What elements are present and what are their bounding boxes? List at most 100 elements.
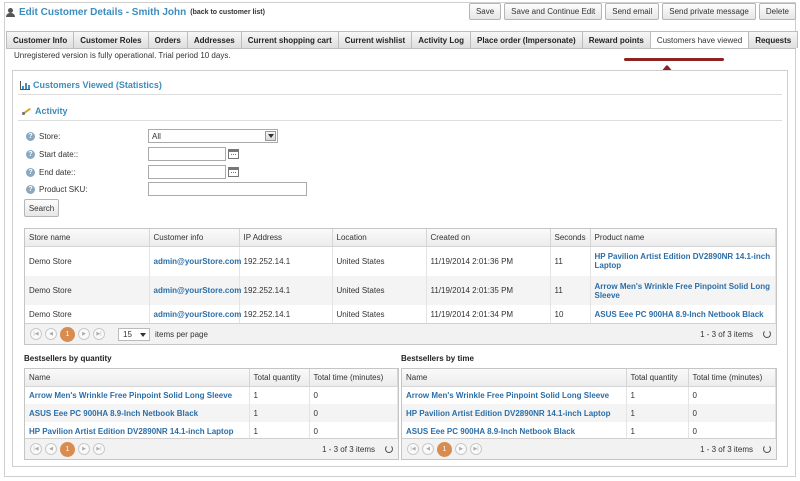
column-header[interactable]: IP Address: [239, 229, 333, 247]
save-button[interactable]: Save: [468, 3, 502, 20]
start-date-label: Start date::: [39, 149, 79, 159]
table-cell: Demo Store: [25, 305, 150, 323]
customer-link[interactable]: admin@yourStore.com: [154, 310, 242, 319]
tab-customer-info[interactable]: Customer Info: [6, 31, 75, 48]
end-date-row: ? End date::: [26, 165, 75, 179]
send-private-message-button[interactable]: Send private message: [662, 3, 756, 20]
column-header[interactable]: Seconds: [550, 229, 591, 247]
product-link[interactable]: HP Pavilion Artist Edition DV2890NR 14.1…: [29, 427, 233, 436]
calendar-icon[interactable]: [228, 149, 239, 159]
next-page-icon[interactable]: ▶: [455, 443, 467, 455]
page-size-select[interactable]: 15: [118, 327, 150, 341]
first-page-icon[interactable]: |◀: [30, 443, 42, 455]
current-page[interactable]: 1: [437, 441, 452, 457]
tab-reward-points[interactable]: Reward points: [581, 31, 651, 48]
last-page-icon[interactable]: ▶|: [470, 443, 482, 455]
refresh-icon[interactable]: [385, 445, 393, 453]
product-link[interactable]: ASUS Eee PC 900HA 8.9-Inch Netbook Black: [29, 409, 198, 418]
help-icon: ?: [26, 131, 35, 141]
store-select-value: All: [152, 131, 161, 141]
activity-title-text: Activity: [35, 106, 68, 116]
refresh-icon[interactable]: [763, 445, 771, 453]
per-page-label: items per page: [155, 329, 208, 339]
last-page-icon[interactable]: ▶|: [93, 443, 105, 455]
column-header[interactable]: Customer info: [149, 229, 240, 247]
table-cell: 11/19/2014 2:01:35 PM: [426, 276, 551, 305]
end-date-input[interactable]: [148, 165, 226, 179]
product-link[interactable]: Arrow Men's Wrinkle Free Pinpoint Solid …: [406, 391, 609, 400]
column-header[interactable]: Total quantity: [249, 369, 310, 387]
sku-input[interactable]: [148, 182, 307, 196]
table-cell: 1: [249, 404, 310, 422]
column-header[interactable]: Total quantity: [626, 369, 689, 387]
table-row: Demo Store admin@yourStore.com 192.252.14.…: [25, 305, 776, 323]
table-cell: admin@yourStore.com: [149, 305, 242, 323]
prev-page-icon[interactable]: ◀: [45, 328, 57, 340]
product-link[interactable]: HP Pavilion Artist Edition DV2890NR 14.1…: [595, 252, 771, 270]
product-link[interactable]: ASUS Eee PC 900HA 8.9-Inch Netbook Black: [595, 310, 764, 319]
customer-link[interactable]: admin@yourStore.com: [154, 286, 242, 295]
table-row: Demo Store admin@yourStore.com 192.252.14.…: [25, 246, 776, 276]
prev-page-icon[interactable]: ◀: [422, 443, 434, 455]
product-link[interactable]: HP Pavilion Artist Edition DV2890NR 14.1…: [406, 409, 610, 418]
tab-orders[interactable]: Orders: [147, 31, 188, 48]
search-button[interactable]: Search: [24, 199, 59, 217]
tab-customer-roles[interactable]: Customer Roles: [73, 31, 149, 48]
prev-page-icon[interactable]: ◀: [45, 443, 57, 455]
column-header[interactable]: Total time (minutes): [309, 369, 398, 387]
save-continue-button[interactable]: Save and Continue Edit: [504, 3, 603, 20]
product-link[interactable]: Arrow Men's Wrinkle Free Pinpoint Solid …: [29, 391, 232, 400]
last-page-icon[interactable]: ▶|: [93, 328, 105, 340]
bestsellers-qty-grid: Name Total quantity Total time (minutes) A…: [24, 368, 399, 460]
tab-addresses[interactable]: Addresses: [186, 31, 242, 48]
tab-current-wishlist[interactable]: Current wishlist: [337, 31, 413, 48]
next-page-icon[interactable]: ▶: [78, 443, 90, 455]
help-icon: ?: [26, 149, 35, 159]
table-row: Demo Store admin@yourStore.com 192.252.14.…: [25, 276, 776, 305]
bestsellers-time-grid: Name Total quantity Total time (minutes) A…: [401, 368, 777, 460]
table-cell: 10: [550, 305, 591, 323]
send-email-button[interactable]: Send email: [605, 3, 660, 20]
store-select[interactable]: All: [148, 129, 278, 143]
activity-icon: [22, 106, 32, 116]
column-header[interactable]: Total time (minutes): [688, 369, 776, 387]
first-page-icon[interactable]: |◀: [407, 443, 419, 455]
delete-button[interactable]: Delete: [758, 3, 796, 20]
tab-requests[interactable]: Requests: [748, 31, 799, 48]
table-row: Arrow Men's Wrinkle Free Pinpoint Solid …: [402, 386, 776, 404]
table-cell: 11: [550, 246, 591, 276]
tab-current-shopping-cart[interactable]: Current shopping cart: [240, 31, 339, 48]
product-link[interactable]: Arrow Men's Wrinkle Free Pinpoint Solid …: [595, 282, 771, 300]
tab-place-order-impersonate[interactable]: Place order (Impersonate): [470, 31, 583, 48]
first-page-icon[interactable]: |◀: [30, 328, 42, 340]
current-page[interactable]: 1: [60, 326, 75, 342]
trial-notice: Unregistered version is fully operationa…: [14, 51, 231, 60]
calendar-icon[interactable]: [228, 167, 239, 177]
table-cell: 1: [249, 386, 310, 404]
next-page-icon[interactable]: ▶: [78, 328, 90, 340]
table-cell: Arrow Men's Wrinkle Free Pinpoint Solid …: [402, 386, 627, 404]
product-link[interactable]: ASUS Eee PC 900HA 8.9-Inch Netbook Black: [406, 427, 575, 436]
column-header[interactable]: Location: [332, 229, 427, 247]
column-header[interactable]: Store name: [25, 229, 150, 247]
back-to-list-link[interactable]: (back to customer list): [190, 9, 265, 16]
table-cell: United States: [332, 305, 427, 323]
column-header[interactable]: Created on: [426, 229, 551, 247]
start-date-row: ? Start date::: [26, 147, 78, 161]
refresh-icon[interactable]: [763, 330, 771, 338]
table-cell: Demo Store: [25, 246, 150, 276]
tab-activity-log[interactable]: Activity Log: [411, 31, 471, 48]
start-date-input[interactable]: [148, 147, 226, 161]
sku-label: Product SKU:: [39, 184, 88, 194]
table-cell: 1: [626, 386, 689, 404]
column-header[interactable]: Name: [402, 369, 627, 387]
section-rule: [18, 94, 782, 95]
customer-link[interactable]: admin@yourStore.com: [154, 257, 242, 266]
table-cell: 192.252.14.1: [239, 246, 333, 276]
viewed-grid: Store name Customer info IP Address Locatio…: [24, 228, 777, 345]
column-header[interactable]: Product name: [590, 229, 776, 247]
viewed-grid-pager: |◀ ◀ 1 ▶ ▶| 15 items per page 1 - 3 of 3…: [25, 323, 776, 344]
tab-customers-have-viewed[interactable]: Customers have viewed: [649, 31, 750, 49]
column-header[interactable]: Name: [25, 369, 250, 387]
current-page[interactable]: 1: [60, 441, 75, 457]
